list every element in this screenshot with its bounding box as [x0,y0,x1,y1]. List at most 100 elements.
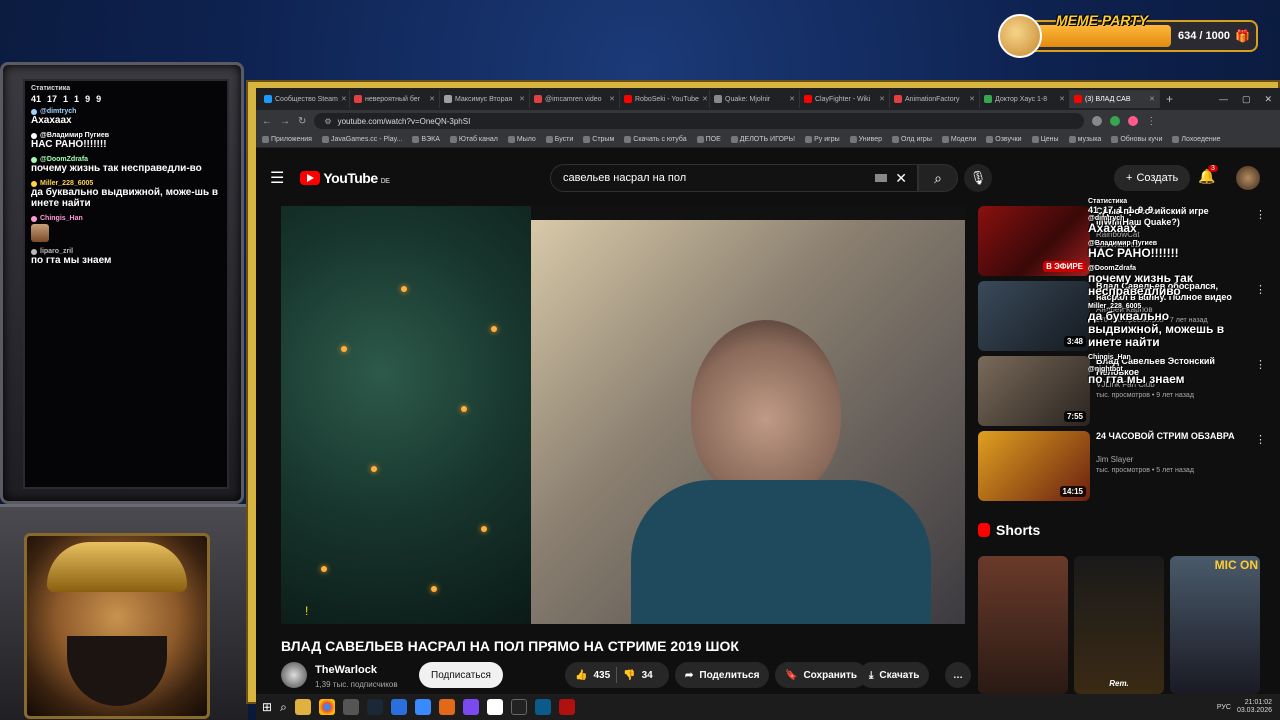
tab-close-icon[interactable]: ✕ [1149,95,1155,103]
extension-icon[interactable] [1110,116,1121,126]
bookmark-item[interactable]: JavaGames.cc - Play... [321,136,402,143]
video-title[interactable]: Влад Савельев Эстонский Неловкое [1096,356,1246,378]
short-card[interactable] [978,556,1068,694]
tab-close-icon[interactable]: ✕ [879,95,885,103]
tab-close-icon[interactable]: ✕ [969,95,975,103]
video-title[interactable]: 24 ЧАСОВОЙ СТРИМ ОБЗАВРА [1096,431,1246,442]
new-tab-button[interactable]: + [1166,92,1173,106]
dislike-count[interactable]: 34 [642,670,653,681]
browser-tab[interactable]: Максимус Вторая ✕ [440,90,530,108]
search-input[interactable]: савельев насрал на пол ✕ [550,164,918,192]
video-channel[interactable]: Jim Slayer [1096,455,1133,464]
browser-tab[interactable]: невероятный бег ✕ [350,90,440,108]
video-thumbnail[interactable]: В ЭФИРЕ [978,206,1090,276]
video-player[interactable]: ! [281,206,965,624]
clock[interactable]: 21:01:02 03.03.2026 [1237,699,1272,715]
tab-close-icon[interactable]: ✕ [519,95,525,103]
subscribe-button[interactable]: Подписаться [419,662,503,688]
app-icon[interactable] [390,699,407,715]
like-icon[interactable]: 👍 [575,670,587,681]
channel-name[interactable]: TheWarlock [315,664,377,676]
bookmark-item[interactable]: Ру игры [805,136,840,143]
browser-tab[interactable]: (3) ВЛАД САВ ✕ [1070,90,1160,108]
recommended-video[interactable]: 7:55 Влад Савельев Эстонский Неловкое VJLi… [978,356,1270,431]
video-thumbnail[interactable]: 14:15 [978,431,1090,501]
app-icon[interactable] [534,699,551,715]
search-button[interactable]: ⌕ [918,164,958,192]
bookmark-item[interactable]: Скачать с ютуба [624,136,687,143]
bookmark-item[interactable]: Цены [1031,136,1059,143]
bookmark-item[interactable]: Модели [941,136,976,143]
video-title[interactable]: Влад Савельев обосрался, насрал в ванну.… [1096,281,1246,303]
menu-burger-icon[interactable]: ☰ [270,168,284,188]
recommended-video[interactable]: 3:48 Влад Савельев обосрался, насрал в ва… [978,281,1270,356]
browser-tab[interactable]: Сообщество Steam ✕ [260,90,350,108]
video-channel[interactable]: Андрей Карпов [1096,305,1153,314]
menu-icon[interactable]: ⋮ [1146,116,1156,127]
youtube-logo[interactable]: YouTube DE [300,170,390,186]
bookmark-item[interactable]: Бусти [545,136,573,143]
short-card[interactable]: Rem. [1074,556,1164,694]
more-actions-button[interactable]: … [945,662,971,688]
share-button[interactable]: ➦ Поделиться [675,662,770,688]
create-button[interactable]: + Создать [1114,165,1191,191]
bookmark-item[interactable]: ДЕЛОТЬ ИГОРЬ! [730,136,795,143]
kebab-menu-icon[interactable]: ⋮ [1255,433,1266,446]
recommended-video[interactable]: В ЭФИРЕ Сдыа просссийский игре illWill(На… [978,206,1270,281]
tab-close-icon[interactable]: ✕ [429,95,435,103]
save-button[interactable]: 🔖 Сохранить [775,662,867,688]
app-icon[interactable] [510,699,527,715]
minimize-icon[interactable]: — [1219,94,1228,105]
download-button[interactable]: ⤓ Скачать [859,662,930,688]
bookmark-item[interactable]: Стрым [583,136,614,143]
kebab-menu-icon[interactable]: ⋮ [1255,283,1266,296]
recommended-video[interactable]: 14:15 24 ЧАСОВОЙ СТРИМ ОБЗАВРА Jim Slayer т… [978,431,1270,506]
video-thumbnail[interactable]: 7:55 [978,356,1090,426]
bookmark-item[interactable]: Озвучки [986,136,1022,143]
kebab-menu-icon[interactable]: ⋮ [1255,358,1266,371]
video-channel[interactable]: RainbowCat [1096,230,1140,239]
bookmark-item[interactable]: Олд игры [891,136,932,143]
video-channel[interactable]: VJLink Fan Club [1096,380,1155,389]
dislike-icon[interactable]: 👎 [623,670,635,681]
app-icon[interactable] [558,699,575,715]
channel-avatar[interactable] [281,662,307,688]
bookmark-item[interactable]: Ютаб канал [449,136,498,143]
reload-icon[interactable]: ↻ [298,116,306,127]
bookmark-item[interactable]: Обновы кучи [1111,136,1162,143]
bookmark-item[interactable]: Лохоедение [1172,136,1221,143]
bookmark-item[interactable]: Мыло [507,136,536,143]
browser-tab[interactable]: Доктор Хаус 1-8 ✕ [980,90,1070,108]
video-title[interactable]: Сдыа просссийский игре illWill(Наш Quake… [1096,206,1246,228]
forward-icon[interactable]: → [280,116,290,127]
bookmark-item[interactable]: ПОЕ [696,136,721,143]
tab-close-icon[interactable]: ✕ [341,95,347,103]
tab-close-icon[interactable]: ✕ [702,95,708,103]
voice-search-button[interactable]: 🎙 [964,164,992,192]
tab-close-icon[interactable]: ✕ [609,95,615,103]
like-count[interactable]: 435 [593,670,610,681]
browser-tab[interactable]: Quake: Mjolnir ✕ [710,90,800,108]
app-icon[interactable] [414,699,431,715]
search-icon[interactable]: ⌕ [280,700,287,715]
maximize-icon[interactable]: ▢ [1242,94,1251,105]
back-icon[interactable]: ← [262,116,272,127]
steam-icon[interactable] [366,699,383,715]
start-icon[interactable]: ⊞ [262,700,272,714]
tab-close-icon[interactable]: ✕ [789,95,795,103]
profile-icon[interactable] [1128,116,1139,126]
chrome-icon[interactable] [318,699,335,715]
app-icon[interactable] [462,699,479,715]
account-avatar[interactable] [1236,166,1260,190]
app-icon[interactable] [342,699,359,715]
video-thumbnail[interactable]: 3:48 [978,281,1090,351]
browser-tab[interactable]: RoboSeki - YouTube ✕ [620,90,710,108]
bookmark-item[interactable]: ВЭКА [412,136,440,143]
bookmark-item[interactable]: Универ [849,136,882,143]
app-icon[interactable] [486,699,503,715]
clear-search-icon[interactable]: ✕ [895,170,907,187]
extension-icon[interactable] [1092,116,1103,126]
browser-tab[interactable]: ClayFighter - Wiki ✕ [800,90,890,108]
browser-tab[interactable]: @imcamren video ✕ [530,90,620,108]
browser-tab[interactable]: AnimationFactory ✕ [890,90,980,108]
